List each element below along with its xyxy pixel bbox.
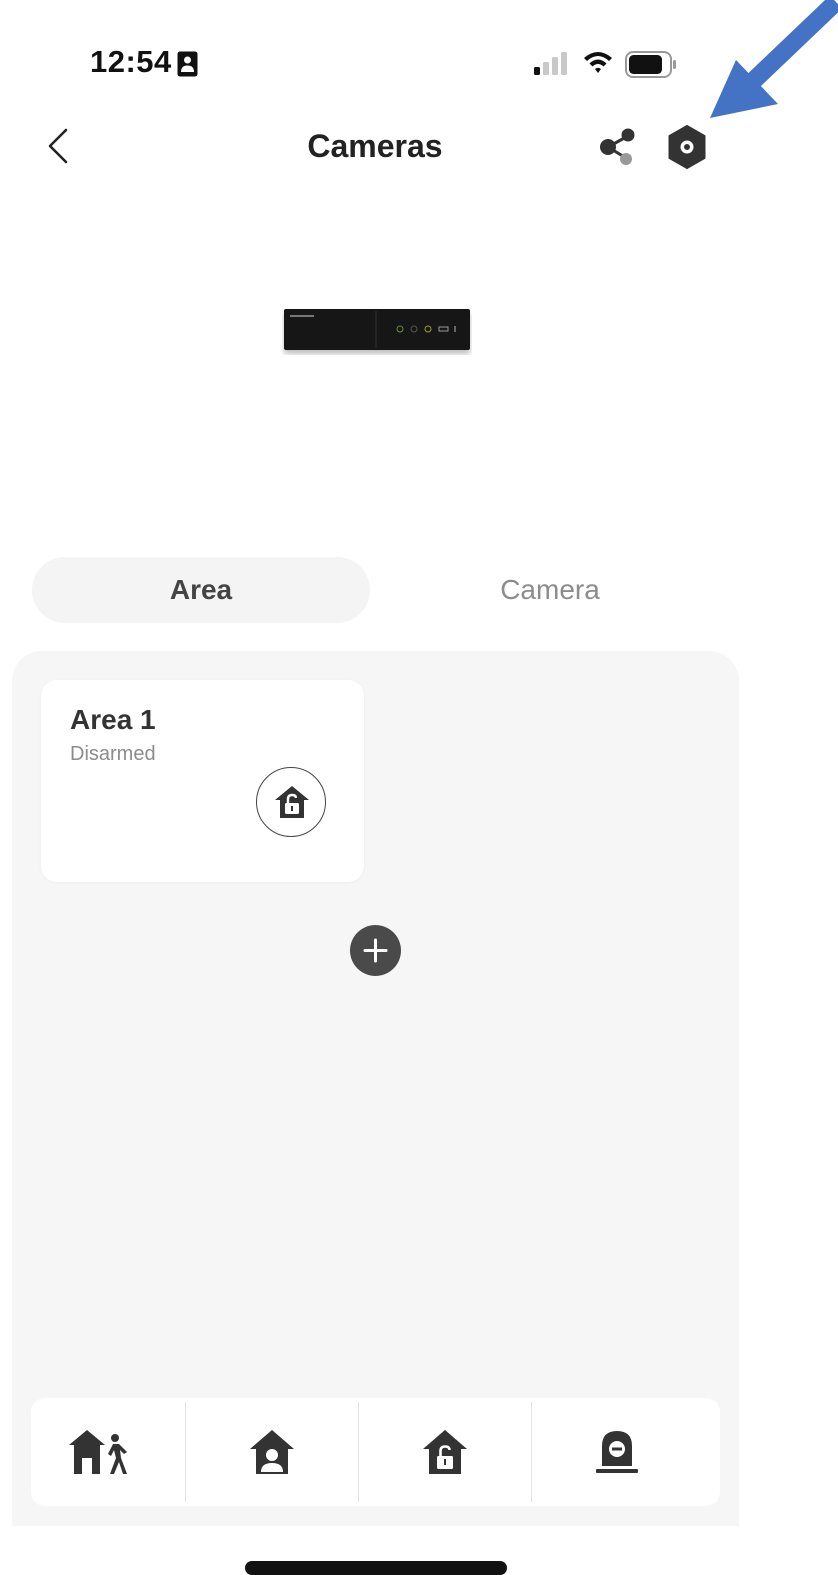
tab-area[interactable]: Area xyxy=(32,557,370,623)
stay-arm-icon xyxy=(250,1430,294,1474)
clear-alarm-icon xyxy=(596,1431,638,1473)
battery-icon xyxy=(625,51,676,78)
stay-arm-button[interactable] xyxy=(186,1398,358,1506)
wifi-icon xyxy=(584,52,612,73)
home-unlocked-icon xyxy=(275,786,309,818)
hikvision-nvr-device-image xyxy=(284,309,470,350)
clear-alarm-button[interactable] xyxy=(532,1398,720,1506)
view-tabs: Area Camera xyxy=(32,557,737,623)
area-disarm-button[interactable] xyxy=(256,767,326,837)
sim-card-icon xyxy=(177,51,198,77)
add-area-button[interactable] xyxy=(350,925,401,976)
page-title: Cameras xyxy=(307,128,443,164)
area-card[interactable]: Area 1 Disarmed xyxy=(41,680,364,882)
chevron-left-icon xyxy=(48,128,68,164)
tab-camera[interactable]: Camera xyxy=(380,557,720,623)
back-button[interactable] xyxy=(40,124,80,168)
cellular-signal-icon xyxy=(534,52,567,75)
away-arm-button[interactable] xyxy=(31,1398,185,1506)
area-status: Disarmed xyxy=(70,743,156,765)
away-arm-icon xyxy=(69,1430,127,1474)
disarm-icon xyxy=(423,1430,467,1474)
plus-icon xyxy=(363,938,388,963)
disarm-button[interactable] xyxy=(359,1398,531,1506)
pointer-arrow-icon xyxy=(710,0,838,118)
settings-button[interactable] xyxy=(666,124,708,170)
home-indicator[interactable] xyxy=(245,1561,507,1575)
arm-action-bar xyxy=(31,1398,720,1506)
area-name: Area 1 xyxy=(70,704,156,735)
settings-hexagon-icon xyxy=(668,125,706,169)
share-icon xyxy=(600,128,635,165)
status-time: 12:54 xyxy=(90,44,172,79)
share-button[interactable] xyxy=(598,126,638,168)
